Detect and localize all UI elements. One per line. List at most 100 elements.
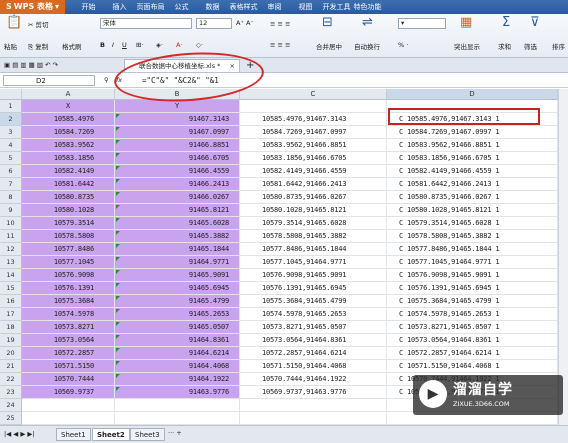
table-cell[interactable]: 91467.3143 xyxy=(115,113,240,126)
table-cell[interactable]: 10579.3514,91465.6028 xyxy=(240,217,387,230)
zoom-icon[interactable]: ⚲ xyxy=(104,76,109,84)
table-cell[interactable]: 10580.1028,91465.8121 xyxy=(240,204,387,217)
column-header-c[interactable]: C xyxy=(240,89,387,100)
row-header[interactable]: 25 xyxy=(0,412,22,425)
menu-tab[interactable]: 表格样式 xyxy=(228,2,259,12)
row-header[interactable]: 16 xyxy=(0,295,22,308)
table-cell[interactable]: C 10581.6442,91466.2413 1 xyxy=(387,178,558,191)
table-cell[interactable]: 10581.6442 xyxy=(22,178,115,191)
table-cell[interactable]: 91464.6214 xyxy=(115,347,240,360)
clear-icon[interactable]: ◇· xyxy=(196,41,203,49)
table-cell[interactable]: 10576.1391,91465.6945 xyxy=(240,282,387,295)
table-cell[interactable]: 10577.8486 xyxy=(22,243,115,256)
table-cell[interactable]: 91465.6028 xyxy=(115,217,240,230)
sheet-tab[interactable]: Sheet3 xyxy=(130,428,165,441)
table-cell[interactable]: 10584.7269 xyxy=(22,126,115,139)
table-cell[interactable]: 10573.8271,91465.0507 xyxy=(240,321,387,334)
font-grow-icon[interactable]: A⁺ A⁻ xyxy=(236,19,254,27)
menu-tab[interactable]: 审阅 xyxy=(259,2,290,12)
copy-button[interactable]: ⎘ 复制 xyxy=(28,41,48,52)
menu-tab[interactable]: 视图 xyxy=(290,2,321,12)
sheet-tab[interactable]: Sheet1 xyxy=(56,428,91,441)
table-cell[interactable]: 91464.8361 xyxy=(115,334,240,347)
table-cell[interactable]: 10571.5150 xyxy=(22,360,115,373)
row-header[interactable]: 5 xyxy=(0,152,22,165)
column-header-a[interactable]: A xyxy=(22,89,115,100)
row-header[interactable]: 18 xyxy=(0,321,22,334)
font-family-select[interactable]: 宋体 xyxy=(100,18,192,29)
table-cell[interactable]: 91465.8121 xyxy=(115,204,240,217)
table-cell[interactable]: 10571.5150,91464.4068 xyxy=(240,360,387,373)
table-cell[interactable]: 91464.9771 xyxy=(115,256,240,269)
row-header[interactable]: 22 xyxy=(0,373,22,386)
menu-tab[interactable]: 特色功能 xyxy=(352,2,383,12)
table-cell[interactable]: 91465.2653 xyxy=(115,308,240,321)
table-cell[interactable]: 10577.1045,91464.9771 xyxy=(240,256,387,269)
table-cell[interactable]: 10572.2857,91464.6214 xyxy=(240,347,387,360)
row-header[interactable]: 12 xyxy=(0,243,22,256)
align-top-icon[interactable]: ≡ ≡ ≡ xyxy=(270,20,290,28)
table-cell[interactable]: C 10576.9098,91465.9091 1 xyxy=(387,269,558,282)
row-header[interactable]: 15 xyxy=(0,282,22,295)
table-cell[interactable]: 10579.3514 xyxy=(22,217,115,230)
table-cell[interactable]: 10575.3684 xyxy=(22,295,115,308)
cut-button[interactable]: ✂ 剪切 xyxy=(28,19,49,29)
row-header[interactable]: 3 xyxy=(0,126,22,139)
table-cell[interactable]: 10573.0564,91464.8361 xyxy=(240,334,387,347)
table-cell[interactable]: 10585.4976 xyxy=(22,113,115,126)
italic-button[interactable]: I xyxy=(112,41,114,49)
table-cell[interactable]: 91463.9776 xyxy=(115,386,240,399)
table-cell[interactable]: C 10573.0564,91464.8361 1 xyxy=(387,334,558,347)
add-sheet-icon[interactable]: ··· + xyxy=(168,429,182,437)
table-cell[interactable] xyxy=(240,399,387,412)
table-cell[interactable]: C 10577.8486,91465.1844 1 xyxy=(387,243,558,256)
underline-button[interactable]: U xyxy=(122,41,127,49)
table-cell[interactable]: 10570.7444,91464.1922 xyxy=(240,373,387,386)
paste-button[interactable]: 粘贴 xyxy=(4,41,17,51)
table-cell[interactable]: 10570.7444 xyxy=(22,373,115,386)
sheet-nav-arrows[interactable]: |◀ ◀ ▶ ▶| xyxy=(4,430,35,438)
table-cell[interactable]: 91465.3882 xyxy=(115,230,240,243)
row-header[interactable]: 11 xyxy=(0,230,22,243)
table-cell[interactable]: C 10579.3514,91465.6028 1 xyxy=(387,217,558,230)
table-cell[interactable]: 10573.0564 xyxy=(22,334,115,347)
paste-icon[interactable]: 📋 xyxy=(6,16,22,30)
row-header[interactable]: 21 xyxy=(0,360,22,373)
table-cell[interactable]: 10582.4149 xyxy=(22,165,115,178)
sum-button[interactable]: 求和 xyxy=(498,41,511,51)
menu-tab[interactable]: 开始 xyxy=(73,2,104,12)
table-cell[interactable]: 10578.5808 xyxy=(22,230,115,243)
table-cell[interactable]: C 10574.5978,91465.2653 1 xyxy=(387,308,558,321)
table-cell[interactable]: C 10584.7269,91467.0997 1 xyxy=(387,126,558,139)
font-color-icon[interactable]: A· xyxy=(176,41,183,49)
table-cell[interactable]: 91466.4559 xyxy=(115,165,240,178)
wrap-text-button[interactable]: 自动换行 xyxy=(354,41,380,51)
border-icon[interactable]: ⊞· xyxy=(136,41,144,49)
row-header[interactable]: 24 xyxy=(0,399,22,412)
row-header[interactable]: 6 xyxy=(0,165,22,178)
table-cell[interactable]: 91465.0507 xyxy=(115,321,240,334)
table-cell[interactable]: 10581.6442,91466.2413 xyxy=(240,178,387,191)
row-header[interactable]: 10 xyxy=(0,217,22,230)
table-cell[interactable]: 10576.9098,91465.9091 xyxy=(240,269,387,282)
sum-icon[interactable]: Σ xyxy=(502,16,510,30)
table-cell[interactable]: C 10583.9562,91466.8851 1 xyxy=(387,139,558,152)
merge-icon[interactable]: ⊟ xyxy=(322,16,333,30)
align-left-icon[interactable]: ≡ ≡ ≡ xyxy=(270,41,290,49)
table-cell[interactable]: 91465.6945 xyxy=(115,282,240,295)
table-cell[interactable]: C 10580.1028,91465.8121 1 xyxy=(387,204,558,217)
row-header[interactable]: 14 xyxy=(0,269,22,282)
table-cell[interactable]: 10577.8486,91465.1844 xyxy=(240,243,387,256)
header-cell-a[interactable]: X xyxy=(22,100,115,113)
table-cell[interactable]: C 10578.5808,91465.3882 1 xyxy=(387,230,558,243)
wrap-icon[interactable]: ⇌ xyxy=(362,16,373,30)
select-all-corner[interactable] xyxy=(0,89,22,100)
column-header-d[interactable]: D xyxy=(387,89,558,100)
table-cell[interactable]: 10580.8735,91466.0267 xyxy=(240,191,387,204)
table-cell[interactable]: C 10577.1045,91464.9771 1 xyxy=(387,256,558,269)
row-header[interactable]: 20 xyxy=(0,347,22,360)
percent-button[interactable]: % · xyxy=(398,41,408,49)
table-cell[interactable]: 10574.5978 xyxy=(22,308,115,321)
table-cell[interactable]: 10574.5978,91465.2653 xyxy=(240,308,387,321)
row-header[interactable]: 7 xyxy=(0,178,22,191)
